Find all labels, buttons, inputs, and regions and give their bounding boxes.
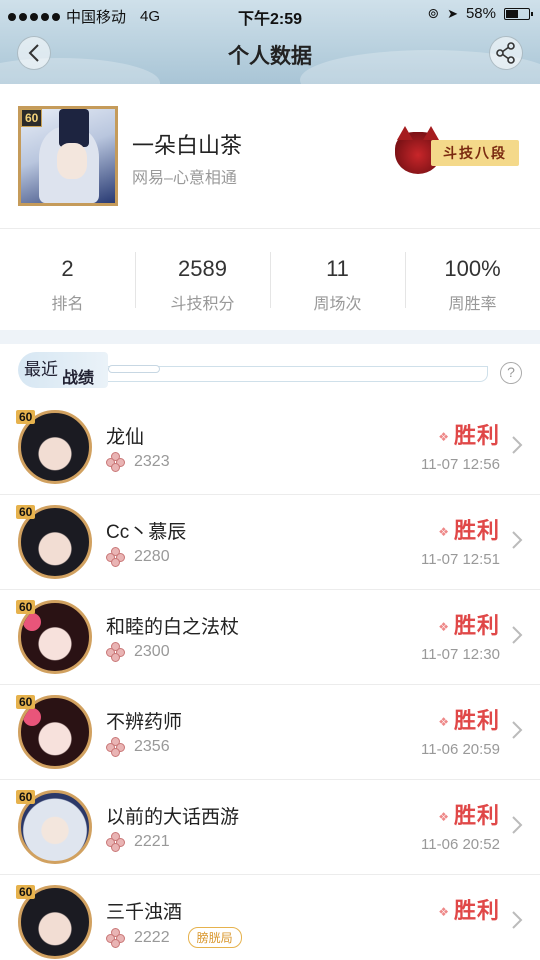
stat-rank: 2 排名 <box>0 230 135 330</box>
flower-icon <box>106 547 126 567</box>
stat-value: 100% <box>444 256 501 281</box>
player-name: 和睦的白之法杖 <box>106 617 240 638</box>
stat-label: 周场次 <box>313 296 362 313</box>
status-bar: 中国移动 4G 下午2:59 ⊚ ➤ 58% <box>0 0 540 28</box>
chevron-right-icon <box>512 436 523 454</box>
player-points: 2222 <box>134 928 170 946</box>
chevron-right-icon <box>512 626 523 644</box>
record-row[interactable]: 60 龙仙 2323 胜利 11-07 12:56 <box>0 400 540 495</box>
help-icon[interactable]: ? <box>500 362 522 384</box>
match-result: 胜利 <box>438 798 500 830</box>
record-row[interactable]: 60 不辨药师 2356 胜利 11-06 20:59 <box>0 685 540 780</box>
record-row[interactable]: 60 和睦的白之法杖 2300 胜利 11-07 12:30 <box>0 590 540 685</box>
player-points-row: 2300 <box>106 642 170 662</box>
profile-level-badge: 60 <box>21 109 43 127</box>
match-tag: 膀胱局 <box>187 927 242 948</box>
recent-header: 最近 战绩 ? <box>0 344 540 400</box>
record-row[interactable]: 60 Cc丶慕辰 2280 胜利 11-07 12:51 <box>0 495 540 590</box>
profile-server: 网易–心意相通 <box>132 170 237 187</box>
player-points: 2280 <box>134 548 170 565</box>
divider <box>0 228 540 229</box>
stat-label: 斗技积分 <box>170 296 235 313</box>
share-button[interactable] <box>489 36 523 70</box>
battery-percent: 58% <box>465 5 496 22</box>
stat-label: 周胜率 <box>448 296 497 313</box>
player-points-row: 2280 <box>106 547 170 567</box>
level-badge: 60 <box>16 790 36 804</box>
stat-weekly-winrate: 100% 周胜率 <box>405 230 540 330</box>
player-points-row: 2222 膀胱局 <box>106 927 242 948</box>
profile-card: 60 一朵白山茶 网易–心意相通 斗技八段 <box>0 84 540 230</box>
page-title: 个人数据 <box>228 45 312 68</box>
chevron-right-icon <box>512 531 523 549</box>
stat-value: 11 <box>326 256 349 281</box>
player-points: 2300 <box>134 643 170 660</box>
decorative-bar <box>108 365 488 382</box>
player-name: 以前的大话西游 <box>106 807 240 828</box>
chevron-right-icon <box>512 816 523 834</box>
player-points: 2221 <box>134 833 170 850</box>
level-badge: 60 <box>16 695 36 709</box>
recent-title-2: 战绩 <box>62 370 95 387</box>
match-result: 胜利 <box>438 418 500 450</box>
battery-icon <box>504 7 533 20</box>
stat-weekly-games: 11 周场次 <box>270 230 405 330</box>
profile-name: 一朵白山茶 <box>132 133 243 158</box>
player-name: 三千浊酒 <box>106 902 183 923</box>
rank-badge: 斗技八段 <box>395 126 521 176</box>
match-time: 11-07 12:51 <box>421 551 500 568</box>
stat-value: 2 <box>61 256 74 281</box>
stat-score: 2589 斗技积分 <box>135 230 270 330</box>
rotation-lock-icon: ⊚ <box>427 5 440 21</box>
top-banner: 中国移动 4G 下午2:59 ⊚ ➤ 58% 个人数据 <box>0 0 540 84</box>
section-gap <box>0 330 540 344</box>
chevron-right-icon <box>512 911 523 929</box>
player-points-row: 2323 <box>106 452 170 472</box>
match-result: 胜利 <box>438 608 500 640</box>
player-name: Cc丶慕辰 <box>106 522 187 543</box>
rank-label: 斗技八段 <box>431 140 519 166</box>
records-list: 60 龙仙 2323 胜利 11-07 12:56 60 Cc丶慕辰 2280 … <box>0 400 540 960</box>
chevron-right-icon <box>512 721 523 739</box>
stat-value: 2589 <box>178 256 227 281</box>
record-row[interactable]: 60 三千浊酒 2222 膀胱局 胜利 <box>0 875 540 960</box>
player-points: 2323 <box>134 453 170 470</box>
flower-icon <box>106 927 126 948</box>
record-row[interactable]: 60 以前的大话西游 2221 胜利 11-06 20:52 <box>0 780 540 875</box>
player-name: 不辨药师 <box>106 712 183 733</box>
flower-icon <box>106 737 126 757</box>
level-badge: 60 <box>16 410 36 424</box>
match-time: 11-07 12:30 <box>421 646 500 663</box>
stat-label: 排名 <box>51 296 84 313</box>
flower-icon <box>106 832 126 852</box>
level-badge: 60 <box>16 885 36 899</box>
player-points: 2356 <box>134 738 170 755</box>
location-icon: ➤ <box>447 5 458 21</box>
share-icon <box>496 42 515 64</box>
match-result: 胜利 <box>438 893 500 925</box>
match-time: 11-07 12:56 <box>421 456 500 473</box>
player-points-row: 2356 <box>106 737 170 757</box>
stats-row: 2 排名 2589 斗技积分 11 周场次 100% 周胜率 <box>0 230 540 330</box>
level-badge: 60 <box>16 600 36 614</box>
player-points-row: 2221 <box>106 832 170 852</box>
recent-title-1: 最近 <box>24 360 58 379</box>
match-time: 11-06 20:52 <box>421 836 500 853</box>
flower-icon <box>106 452 126 472</box>
match-result: 胜利 <box>438 703 500 735</box>
player-name: 龙仙 <box>106 427 145 448</box>
flower-icon <box>106 642 126 662</box>
profile-avatar[interactable]: 60 <box>18 106 118 206</box>
match-result: 胜利 <box>438 513 500 545</box>
level-badge: 60 <box>16 505 36 519</box>
match-time: 11-06 20:59 <box>421 741 500 758</box>
